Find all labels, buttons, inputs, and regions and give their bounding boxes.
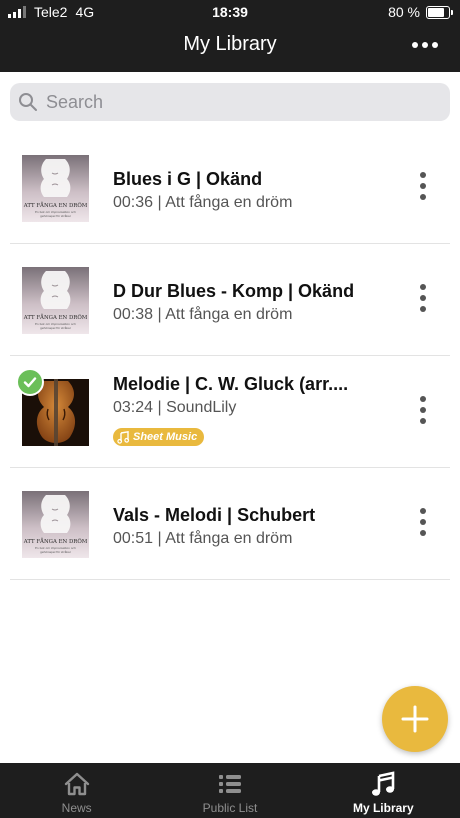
track-row[interactable]: ATT FÅNGA EN DRÖM En bok om improvisatio…	[10, 468, 450, 580]
vertical-ellipsis-icon	[420, 284, 426, 290]
svg-text:ATT FÅNGA EN DRÖM: ATT FÅNGA EN DRÖM	[23, 201, 88, 209]
ellipsis-icon	[412, 42, 418, 48]
battery-level-fill	[428, 7, 444, 17]
svg-text:gehörsspel för stråkar: gehörsspel för stråkar	[40, 325, 72, 330]
track-more-button[interactable]	[420, 284, 426, 312]
tab-label: Public List	[202, 801, 258, 815]
vertical-ellipsis-icon	[420, 172, 426, 178]
track-subtitle: 03:24 | SoundLily	[113, 399, 237, 416]
page-title: My Library	[183, 33, 277, 55]
svg-text:ATT FÅNGA EN DRÖM: ATT FÅNGA EN DRÖM	[23, 537, 88, 545]
tab-my-library[interactable]: My Library	[307, 763, 460, 818]
track-more-button[interactable]	[420, 396, 426, 424]
tab-news[interactable]: News	[0, 763, 153, 818]
music-note-icon	[372, 771, 395, 796]
tab-bar: News Public List My Library	[0, 763, 460, 818]
svg-text:gehörsspel för stråkar: gehörsspel för stråkar	[40, 549, 72, 554]
album-cover: ATT FÅNGA EN DRÖM En bok om improvisatio…	[22, 491, 89, 558]
svg-text:ATT FÅNGA EN DRÖM: ATT FÅNGA EN DRÖM	[23, 313, 88, 321]
add-button[interactable]	[382, 686, 448, 752]
svg-text:gehörsspel för stråkar: gehörsspel för stråkar	[40, 213, 72, 218]
more-options-button[interactable]	[412, 42, 438, 48]
sheet-music-badge: Sheet Music	[113, 428, 205, 446]
track-more-button[interactable]	[420, 508, 426, 536]
battery-percent: 80 %	[388, 4, 420, 20]
album-cover: ATT FÅNGA EN DRÖM En bok om improvisatio…	[22, 155, 89, 222]
status-right: 80 %	[388, 4, 453, 20]
track-title: D Dur Blues - Komp | Okänd	[113, 281, 355, 301]
plus-icon	[401, 705, 429, 733]
battery-icon	[426, 5, 453, 19]
vertical-ellipsis-icon	[420, 508, 426, 514]
track-title: Blues i G | Okänd	[113, 169, 263, 189]
home-icon	[64, 772, 89, 796]
list-icon	[218, 775, 241, 793]
track-title: Melodie | C. W. Gluck (arr....	[113, 374, 349, 394]
tab-public-list[interactable]: Public List	[153, 763, 306, 818]
track-subtitle: 00:36 | Att fånga en dröm	[113, 194, 293, 211]
downloaded-check-icon	[16, 368, 44, 396]
top-bar: Tele2 4G 18:39 80 % My Library	[0, 0, 460, 72]
status-bar: Tele2 4G 18:39 80 %	[0, 0, 460, 24]
album-cover: ATT FÅNGA EN DRÖM En bok om improvisatio…	[22, 267, 89, 334]
track-row[interactable]: Melodie | C. W. Gluck (arr.... 03:24 | S…	[10, 356, 450, 468]
track-subtitle: 00:38 | Att fånga en dröm	[113, 306, 293, 323]
tab-label: News	[61, 801, 92, 815]
track-more-button[interactable]	[420, 172, 426, 200]
track-row[interactable]: ATT FÅNGA EN DRÖM En bok om improvisatio…	[10, 132, 450, 244]
track-subtitle: 00:51 | Att fånga en dröm	[113, 530, 293, 547]
search-bar[interactable]	[10, 83, 450, 121]
search-input[interactable]	[44, 90, 428, 114]
badge-label: Sheet Music	[133, 431, 198, 443]
sheet-music-icon	[117, 430, 130, 444]
tab-label: My Library	[352, 801, 414, 815]
track-title: Vals - Melodi | Schubert	[113, 505, 316, 525]
track-row[interactable]: ATT FÅNGA EN DRÖM En bok om improvisatio…	[10, 244, 450, 356]
track-list: ATT FÅNGA EN DRÖM En bok om improvisatio…	[0, 132, 460, 580]
search-icon	[19, 93, 37, 111]
vertical-ellipsis-icon	[420, 396, 426, 402]
